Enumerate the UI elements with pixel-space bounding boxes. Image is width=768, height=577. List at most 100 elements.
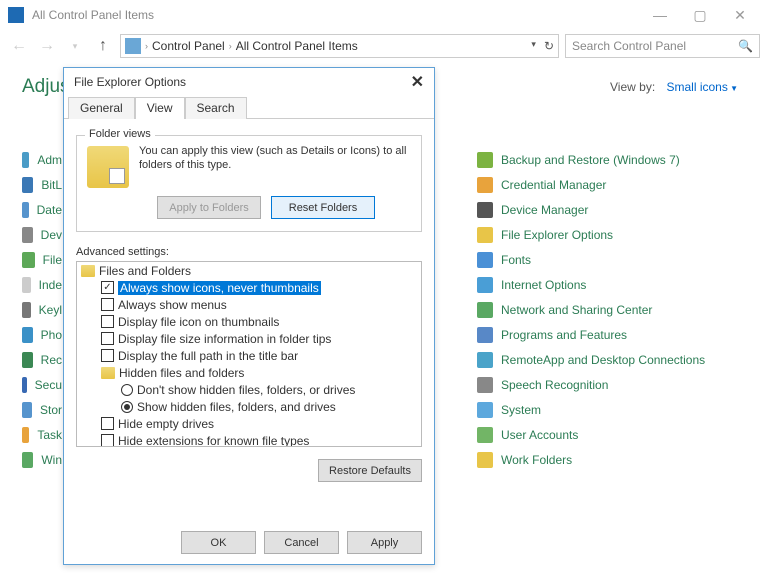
control-panel-item[interactable]: Stor xyxy=(22,402,62,418)
cp-item-label: Fonts xyxy=(501,253,531,267)
tree-option[interactable]: Display the full path in the title bar xyxy=(77,347,421,364)
control-panel-item[interactable]: File Explorer Options xyxy=(477,227,705,243)
viewby-dropdown[interactable]: Small icons xyxy=(667,80,739,94)
folder-views-legend: Folder views xyxy=(85,128,155,140)
cp-item-label: BitL xyxy=(41,178,62,192)
control-panel-item[interactable]: Pho xyxy=(22,327,62,343)
close-button[interactable]: ✕ xyxy=(720,2,760,28)
address-bar[interactable]: › Control Panel › All Control Panel Item… xyxy=(120,34,559,58)
breadcrumb-item[interactable]: All Control Panel Items xyxy=(236,39,358,53)
cp-item-label: Inde xyxy=(39,278,62,292)
control-panel-item[interactable]: File xyxy=(22,252,62,268)
radio-icon[interactable] xyxy=(121,401,133,413)
control-panel-item[interactable]: User Accounts xyxy=(477,427,705,443)
dialog-tabs: General View Search xyxy=(64,96,434,119)
dialog-body: Folder views You can apply this view (su… xyxy=(64,119,434,492)
restore-defaults-button[interactable]: Restore Defaults xyxy=(318,459,422,482)
tree-option[interactable]: Hide extensions for known file types xyxy=(77,432,421,446)
checkbox-icon[interactable] xyxy=(101,298,114,311)
file-explorer-options-dialog: File Explorer Options ✕ General View Sea… xyxy=(63,67,435,565)
cp-item-label: Keyl xyxy=(39,303,62,317)
cp-item-icon xyxy=(22,427,29,443)
ok-button[interactable]: OK xyxy=(181,531,256,554)
control-panel-item[interactable]: Secu xyxy=(22,377,62,393)
cp-item-label: Dev xyxy=(41,228,62,242)
cp-item-label: Secu xyxy=(35,378,62,392)
control-panel-item[interactable]: Date xyxy=(22,202,62,218)
tree-folder-hidden[interactable]: Hidden files and folders xyxy=(77,364,421,381)
control-panel-item[interactable]: Backup and Restore (Windows 7) xyxy=(477,152,705,168)
control-panel-item[interactable]: Speech Recognition xyxy=(477,377,705,393)
cp-item-label: Pho xyxy=(41,328,62,342)
tree-option[interactable]: Hide empty drives xyxy=(77,415,421,432)
cp-item-icon xyxy=(22,327,33,343)
cancel-button[interactable]: Cancel xyxy=(264,531,339,554)
cp-item-label: Rec xyxy=(41,353,62,367)
cp-item-icon xyxy=(477,302,493,318)
control-panel-item[interactable]: Rec xyxy=(22,352,62,368)
tab-search[interactable]: Search xyxy=(185,97,247,119)
search-input[interactable]: Search Control Panel 🔍 xyxy=(565,34,760,58)
cp-item-icon xyxy=(22,202,29,218)
control-panel-item[interactable]: Network and Sharing Center xyxy=(477,302,705,318)
control-panel-item[interactable]: Device Manager xyxy=(477,202,705,218)
apply-button[interactable]: Apply xyxy=(347,531,422,554)
advanced-settings-label: Advanced settings: xyxy=(76,246,422,258)
control-panel-item[interactable]: Inde xyxy=(22,277,62,293)
cp-item-label: Task xyxy=(37,428,62,442)
control-panel-item[interactable]: Win xyxy=(22,452,62,468)
tree-option[interactable]: Display file icon on thumbnails xyxy=(77,313,421,330)
tree-option[interactable]: Always show menus xyxy=(77,296,421,313)
refresh-icon[interactable]: ↻ xyxy=(544,39,554,53)
control-panel-item[interactable]: Adm xyxy=(22,152,62,168)
chevron-down-icon[interactable]: ▾ xyxy=(531,39,536,53)
tree-option[interactable]: Display file size information in folder … xyxy=(77,330,421,347)
forward-button[interactable]: → xyxy=(36,35,58,57)
control-panel-item[interactable]: System xyxy=(477,402,705,418)
cp-item-icon xyxy=(22,302,31,318)
reset-folders-button[interactable]: Reset Folders xyxy=(271,196,375,219)
up-button[interactable]: ↑ xyxy=(92,35,114,57)
breadcrumb-item[interactable]: Control Panel xyxy=(152,39,225,53)
tab-general[interactable]: General xyxy=(68,97,135,119)
chevron-right-icon: › xyxy=(229,41,232,51)
cp-item-label: Work Folders xyxy=(501,453,572,467)
cp-item-icon xyxy=(477,152,493,168)
checkbox-icon[interactable] xyxy=(101,332,114,345)
tree-folder-root[interactable]: Files and Folders xyxy=(77,262,421,279)
control-panel-item[interactable]: Work Folders xyxy=(477,452,705,468)
checkbox-icon[interactable] xyxy=(101,434,114,446)
control-panel-item[interactable]: Credential Manager xyxy=(477,177,705,193)
checkbox-icon[interactable] xyxy=(101,417,114,430)
dialog-close-button[interactable]: ✕ xyxy=(411,72,424,92)
control-panel-item[interactable]: Programs and Features xyxy=(477,327,705,343)
control-panel-item[interactable]: Dev xyxy=(22,227,62,243)
checkbox-icon[interactable]: ✓ xyxy=(101,281,114,294)
dialog-titlebar: File Explorer Options ✕ xyxy=(64,68,434,96)
control-panel-item[interactable]: Internet Options xyxy=(477,277,705,293)
radio-icon[interactable] xyxy=(121,384,133,396)
tree-radio-option[interactable]: Don't show hidden files, folders, or dri… xyxy=(77,381,421,398)
checkbox-icon[interactable] xyxy=(101,315,114,328)
control-panel-item[interactable]: RemoteApp and Desktop Connections xyxy=(477,352,705,368)
cp-item-icon xyxy=(477,227,493,243)
cp-item-label: Network and Sharing Center xyxy=(501,303,652,317)
folder-views-text: You can apply this view (such as Details… xyxy=(139,144,411,188)
tree-radio-option[interactable]: Show hidden files, folders, and drives xyxy=(77,398,421,415)
addr-icon xyxy=(125,38,141,54)
control-panel-item[interactable]: Task xyxy=(22,427,62,443)
tree-option[interactable]: ✓Always show icons, never thumbnails xyxy=(77,279,421,296)
control-panel-item[interactable]: BitL xyxy=(22,177,62,193)
checkbox-icon[interactable] xyxy=(101,349,114,362)
cp-item-icon xyxy=(22,152,29,168)
maximize-button[interactable]: ▢ xyxy=(680,2,720,28)
control-panel-item[interactable]: Keyl xyxy=(22,302,62,318)
advanced-settings-tree[interactable]: Files and Folders ✓Always show icons, ne… xyxy=(76,261,422,447)
tab-view[interactable]: View xyxy=(135,97,185,119)
minimize-button[interactable]: — xyxy=(640,2,680,28)
cp-item-icon xyxy=(22,402,32,418)
control-panel-item[interactable]: Fonts xyxy=(477,252,705,268)
recent-dropdown[interactable]: ▾ xyxy=(64,35,86,57)
back-button[interactable]: ← xyxy=(8,35,30,57)
cp-item-icon xyxy=(477,427,493,443)
